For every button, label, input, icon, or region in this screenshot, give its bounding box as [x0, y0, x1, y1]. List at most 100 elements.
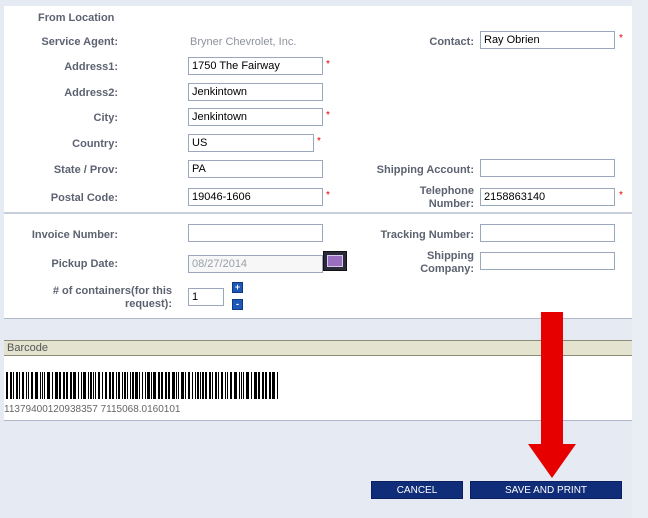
barcode-bar: [116, 372, 117, 399]
pickup-date-field[interactable]: 08/27/2014: [188, 255, 323, 273]
save-and-print-button[interactable]: SAVE AND PRINT: [470, 481, 622, 499]
barcode-bar: [265, 372, 267, 399]
telephone-label-line2: Number:: [428, 198, 474, 210]
barcode-bar: [78, 372, 79, 399]
barcode-bar: [176, 372, 177, 399]
barcode-bar: [202, 372, 204, 399]
country-required-mark: *: [317, 136, 321, 147]
barcode-bar: [215, 372, 217, 399]
barcode-bar: [161, 372, 163, 399]
barcode-bar: [88, 372, 89, 399]
country-field[interactable]: US: [188, 134, 314, 152]
barcode-bar: [272, 372, 275, 399]
cancel-button[interactable]: CANCEL: [371, 481, 463, 499]
barcode-bar: [16, 372, 18, 399]
contact-label: Contact:: [429, 36, 474, 48]
barcode-bar: [127, 372, 128, 399]
barcode-bar: [63, 372, 65, 399]
decrement-containers-icon[interactable]: -: [232, 299, 243, 310]
barcode-bar: [158, 372, 160, 399]
barcode-bar: [42, 372, 43, 399]
shipping-account-label: Shipping Account:: [376, 164, 474, 176]
contact-field[interactable]: Ray Obrien: [480, 31, 615, 49]
barcode-bar: [102, 372, 103, 399]
barcode-bar: [135, 372, 138, 399]
calendar-icon[interactable]: [323, 251, 347, 271]
barcode-bar: [59, 372, 61, 399]
barcode-bar: [6, 372, 8, 399]
containers-label-line2: request):: [124, 298, 172, 310]
service-agent-value: Bryner Chevrolet, Inc.: [190, 36, 297, 48]
barcode-bar: [209, 372, 211, 399]
barcode-bar: [151, 372, 152, 399]
shipping-company-field[interactable]: [480, 252, 615, 270]
barcode-bar: [234, 372, 237, 399]
city-field[interactable]: Jenkintown: [188, 108, 323, 126]
barcode-bar: [52, 372, 53, 399]
barcode-bar: [230, 372, 232, 399]
barcode-bar: [243, 372, 244, 399]
barcode-bar: [112, 372, 114, 399]
address2-field[interactable]: Jenkintown: [188, 83, 323, 101]
barcode-bar: [251, 372, 252, 399]
barcode-bar: [168, 372, 170, 399]
barcode-bar: [122, 372, 123, 399]
barcode-bar: [145, 372, 146, 399]
barcode-image: [6, 372, 278, 399]
barcode-bar: [188, 372, 190, 399]
invoice-number-label: Invoice Number:: [31, 229, 118, 241]
barcode-bar: [178, 372, 179, 399]
barcode-bar: [172, 372, 175, 399]
address1-label: Address1:: [64, 61, 118, 73]
containers-label-line1: # of containers(for this: [52, 285, 172, 297]
barcode-bar: [239, 372, 240, 399]
barcode-bar: [22, 372, 24, 399]
telephone-label-line1: Telephone: [419, 185, 474, 197]
barcode-bar: [195, 372, 196, 399]
barcode-bar: [254, 372, 257, 399]
barcode-bar: [109, 372, 111, 399]
containers-count-field[interactable]: 1: [188, 288, 224, 306]
increment-containers-icon[interactable]: +: [232, 282, 243, 293]
barcode-bar: [165, 372, 167, 399]
barcode-bar: [70, 372, 72, 399]
tracking-number-field[interactable]: [480, 224, 615, 242]
state-label: State / Prov:: [53, 164, 118, 176]
barcode-bar: [93, 372, 94, 399]
telephone-required-mark: *: [619, 190, 623, 201]
barcode-bar: [90, 372, 92, 399]
postal-code-required-mark: *: [326, 190, 330, 201]
address1-field[interactable]: 1750 The Fairway: [188, 57, 323, 75]
city-label: City:: [93, 112, 118, 124]
telephone-field[interactable]: 2158863140: [480, 188, 615, 206]
barcode-bar: [205, 372, 207, 399]
barcode-bar: [10, 372, 12, 399]
postal-code-field[interactable]: 19046-1606: [188, 188, 323, 206]
barcode-bar: [124, 372, 126, 399]
postal-code-label: Postal Code:: [50, 192, 118, 204]
barcode-bar: [44, 372, 45, 399]
shipping-company-label-line2: Company:: [420, 263, 474, 275]
red-arrow-annotation: [528, 312, 576, 478]
barcode-bar: [98, 372, 100, 399]
shipping-company-label-line1: Shipping: [426, 250, 474, 262]
barcode-bar: [142, 372, 143, 399]
state-field[interactable]: PA: [188, 160, 323, 178]
shipping-account-field[interactable]: [480, 159, 615, 177]
barcode-bar: [227, 372, 228, 399]
contact-required-mark: *: [619, 33, 623, 44]
barcode-bar: [35, 372, 38, 399]
barcode-bar: [26, 372, 27, 399]
barcode-bar: [185, 372, 186, 399]
barcode-bar: [225, 372, 226, 399]
city-required-mark: *: [326, 110, 330, 121]
barcode-bar: [73, 372, 76, 399]
barcode-bar: [277, 372, 278, 399]
address1-required-mark: *: [326, 59, 330, 70]
barcode-bar: [197, 372, 199, 399]
barcode-bar: [105, 372, 107, 399]
pickup-date-label: Pickup Date:: [51, 258, 118, 270]
barcode-bar: [118, 372, 120, 399]
barcode-bar: [132, 372, 134, 399]
invoice-number-field[interactable]: [188, 224, 323, 242]
